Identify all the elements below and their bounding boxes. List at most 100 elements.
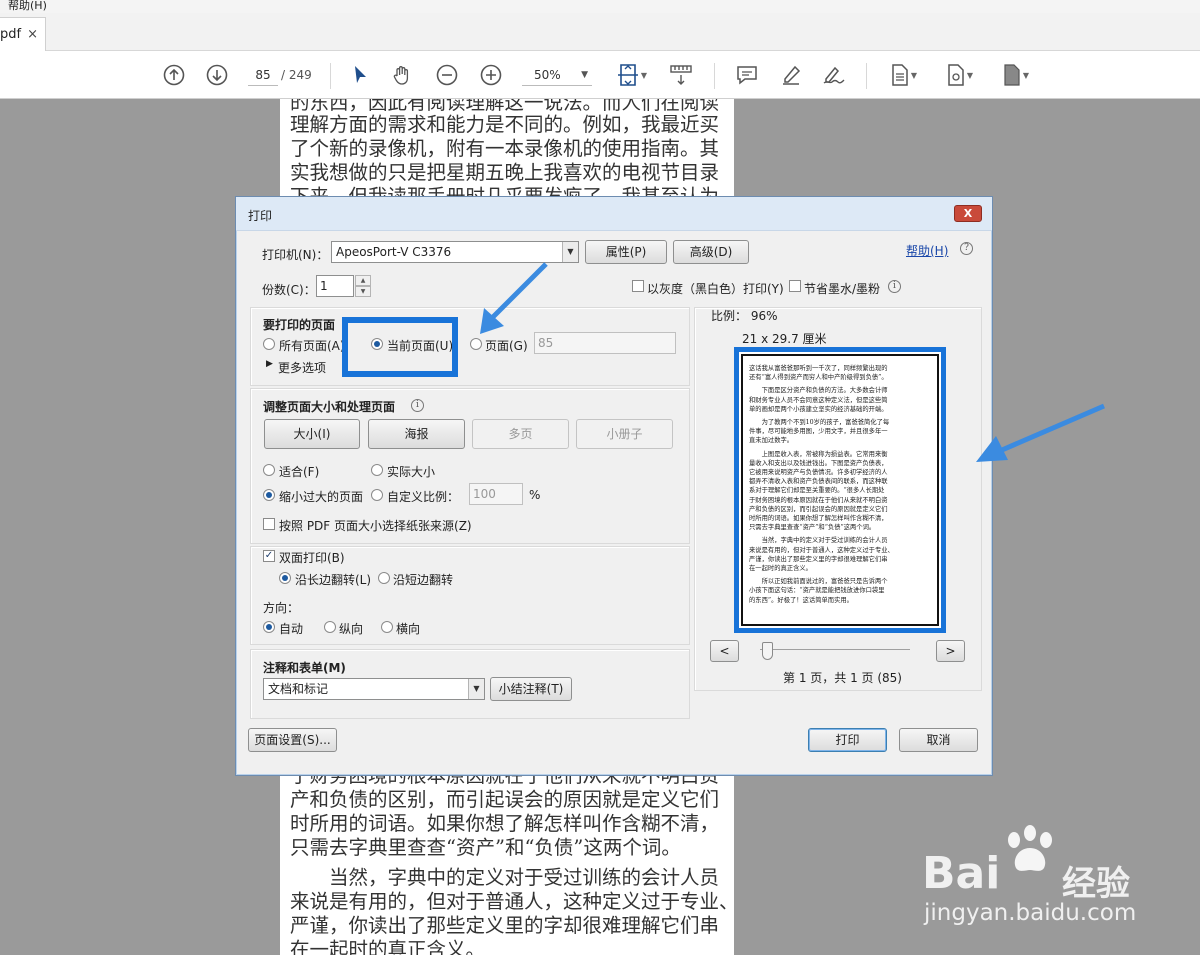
actual-size-radio[interactable] — [371, 464, 383, 476]
printer-label: 打印机(N)： — [262, 248, 329, 262]
size-button[interactable]: 大小(I) — [264, 419, 360, 449]
zoom-select[interactable]: 50% ▼ — [522, 64, 592, 86]
preview-size: 21 x 29.7 厘米 — [742, 332, 827, 346]
tab-label: pdf — [0, 27, 22, 42]
long-edge-radio[interactable] — [279, 572, 291, 584]
preview-line: 于财务困境的根本原因就在于他们从来就不明白资 — [749, 496, 888, 504]
help-icon[interactable]: ? — [960, 242, 973, 255]
caret-icon: ▼ — [966, 70, 974, 80]
caret-icon: ▼ — [640, 70, 648, 80]
comment-icon[interactable] — [734, 63, 760, 87]
chevron-down-icon: ▼ — [581, 70, 588, 80]
grayscale-checkbox[interactable] — [632, 280, 644, 292]
zoom-in-icon[interactable] — [479, 63, 503, 87]
info-icon[interactable]: i — [411, 399, 424, 412]
chevron-down-icon: ▼ — [468, 679, 484, 699]
stepper-up-icon[interactable]: ▲ — [355, 275, 371, 286]
doc-line: 在一起时的真正含义。 — [290, 938, 486, 955]
preview-line: 时所用的词语。如果你想了解怎样叫作含糊不清， — [749, 515, 888, 523]
stepper-down-icon[interactable]: ▼ — [355, 286, 371, 297]
tab-document[interactable]: pdf × — [0, 17, 46, 52]
preview-next-button[interactable]: > — [936, 640, 965, 662]
percent-label: % — [529, 488, 541, 502]
info-icon[interactable]: i — [888, 280, 901, 293]
menu-help[interactable]: 帮助(H) — [8, 0, 47, 12]
page-settings-icon[interactable]: ▼ — [942, 63, 978, 87]
more-options-label[interactable]: 更多选项 — [278, 359, 326, 376]
toolbar-divider — [714, 63, 715, 89]
grayscale-label: 以灰度（黑白色）打印(Y) — [647, 282, 784, 296]
fit-radio[interactable] — [263, 464, 275, 476]
expand-triangle-icon[interactable]: ▶ — [266, 359, 273, 369]
tab-close-icon[interactable]: × — [27, 27, 38, 42]
orientation-label: 方向： — [263, 601, 300, 615]
short-edge-radio[interactable] — [378, 572, 390, 584]
booklet-button[interactable]: 小册子 — [576, 419, 673, 449]
choose-paper-checkbox[interactable] — [263, 518, 275, 530]
preview-prev-button[interactable]: < — [710, 640, 739, 662]
all-pages-radio[interactable] — [263, 338, 275, 350]
custom-scale-label: 自定义比例： — [387, 490, 460, 504]
preview-line: 产和负债的区别，而引起误会的原因就是定义它们 — [749, 505, 888, 513]
up-arrow-icon[interactable] — [162, 63, 186, 87]
preview-line: 量收入和支出以及钱进钱出。下图是资产负债表， — [749, 459, 888, 467]
preview-slider-thumb[interactable] — [762, 642, 773, 660]
fit-page-icon[interactable]: ▼ — [614, 63, 650, 87]
printer-select[interactable]: ApeosPort-V C3376 ▼ — [331, 241, 579, 263]
page-setup-button[interactable]: 页面设置(S)... — [248, 728, 337, 752]
cancel-button[interactable]: 取消 — [899, 728, 978, 752]
page-tool-icon[interactable]: ▼ — [886, 63, 922, 87]
preview-line: 所以正如我前面说过的，富爸爸只是告诉两个 — [749, 578, 888, 586]
preview-line: 直未加过数字。 — [749, 437, 794, 445]
all-pages-label: 所有页面(A) — [279, 339, 345, 353]
caret-icon: ▼ — [910, 70, 918, 80]
highlight-icon[interactable] — [778, 63, 804, 87]
caret-icon: ▼ — [1022, 70, 1030, 80]
portrait-label: 纵向 — [339, 622, 364, 636]
menu-bar: 帮助(H) — [0, 0, 1200, 13]
advanced-button[interactable]: 高级(D) — [673, 240, 749, 264]
copies-label: 份数(C)： — [262, 283, 316, 297]
help-link[interactable]: 帮助(H) — [906, 242, 948, 259]
multiple-pages-button[interactable]: 多页 — [472, 419, 569, 449]
zoom-out-icon[interactable] — [435, 63, 459, 87]
copies-input[interactable]: 1 — [316, 275, 354, 297]
print-button[interactable]: 打印 — [808, 728, 887, 752]
copies-stepper[interactable]: ▲ ▼ — [355, 275, 371, 297]
custom-scale-input[interactable]: 100 — [469, 483, 523, 505]
watermark-brand: Bai — [922, 848, 1001, 899]
preview-line: 它被用来说明资产与负债情况。许多初学经济的人 — [749, 469, 888, 477]
annotation-arrow-icon — [976, 403, 1105, 462]
duplex-checkbox[interactable]: ✓ — [263, 550, 275, 562]
comments-select[interactable]: 文档和标记 ▼ — [263, 678, 485, 700]
portrait-radio[interactable] — [324, 621, 336, 633]
summarize-comments-button[interactable]: 小结注释(T) — [490, 677, 572, 701]
shrink-label: 缩小过大的页面 — [279, 490, 364, 504]
preview-line: 和财务专业人员不会同意这种定义法，但是这些简 — [749, 396, 888, 404]
sign-icon[interactable] — [820, 63, 848, 87]
preview-slider-track — [760, 649, 910, 650]
down-arrow-icon[interactable] — [205, 63, 229, 87]
hand-icon[interactable] — [390, 63, 414, 87]
annotation-highlight-box — [342, 317, 458, 377]
preview-line: 在一起时的真正含义。 — [749, 565, 812, 573]
cursor-icon[interactable] — [350, 63, 370, 87]
pages-section-title: 要打印的页面 — [263, 318, 336, 332]
pages-range-input[interactable]: 85 — [534, 332, 676, 354]
scroll-mode-icon[interactable] — [668, 63, 694, 87]
toolbar-divider — [866, 63, 867, 89]
landscape-radio[interactable] — [381, 621, 393, 633]
auto-radio[interactable] — [263, 621, 275, 633]
poster-button[interactable]: 海报 — [368, 419, 465, 449]
zoom-value: 50% — [534, 68, 561, 82]
document-icon[interactable]: ▼ — [998, 63, 1034, 87]
shrink-radio[interactable] — [263, 489, 275, 501]
dialog-titlebar: 打印 X — [236, 197, 992, 231]
page-number-input[interactable]: 85 — [248, 64, 278, 86]
sizing-section-title: 调整页面大小和处理页面 — [263, 400, 396, 414]
custom-scale-radio[interactable] — [371, 489, 383, 501]
save-ink-checkbox[interactable] — [789, 280, 801, 292]
properties-button[interactable]: 属性(P) — [585, 240, 667, 264]
save-ink-label: 节省墨水/墨粉 — [804, 282, 881, 296]
close-icon[interactable]: X — [954, 205, 982, 222]
